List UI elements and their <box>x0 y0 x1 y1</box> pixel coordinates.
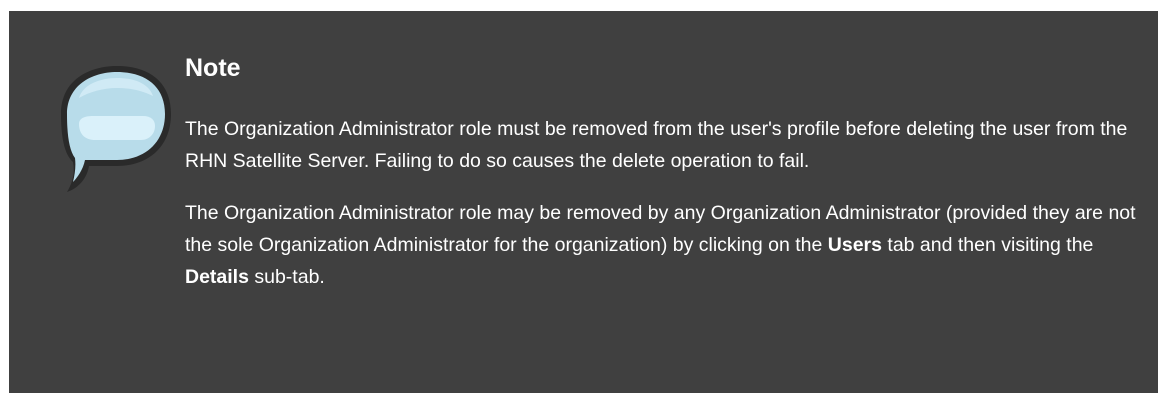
note-title: Note <box>185 54 241 82</box>
note-admonition: Note The Organization Administrator role… <box>9 11 1158 393</box>
paragraph-text: sub-tab. <box>248 266 325 288</box>
paragraph-text: tab and then visiting the <box>881 234 1094 256</box>
users-tab-reference: Users <box>827 234 882 256</box>
note-paragraph: The Organization Administrator role may … <box>185 197 1145 293</box>
note-content: Note The Organization Administrator role… <box>185 53 1145 293</box>
note-paragraph: The Organization Administrator role must… <box>185 118 1128 172</box>
speech-bubble-icon <box>49 58 179 198</box>
details-subtab-reference: Details <box>185 266 249 288</box>
